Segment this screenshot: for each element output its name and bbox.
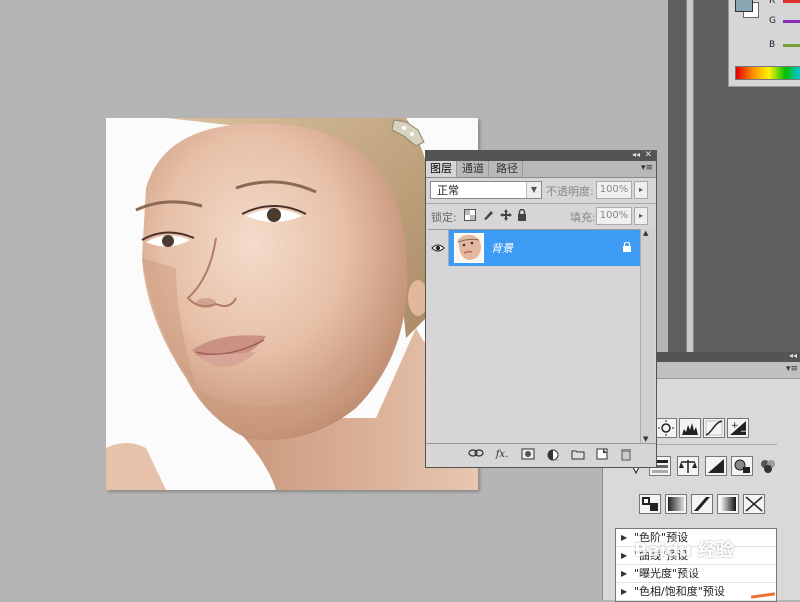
watermark-logo: Baidu 经验 <box>634 540 735 561</box>
lock-label: 锁定: <box>431 211 457 224</box>
close-icon[interactable]: ✕ <box>644 150 652 160</box>
portrait-photo <box>106 118 478 490</box>
group-icon[interactable] <box>570 448 586 462</box>
panel-menu-icon[interactable]: ▾≡ <box>641 163 653 173</box>
lock-transparent-pixels-icon[interactable] <box>464 209 476 221</box>
expand-triangle-icon[interactable]: ▶ <box>621 529 627 546</box>
svg-text:+: + <box>731 421 739 431</box>
expand-triangle-icon[interactable]: ▶ <box>621 565 627 582</box>
tab-channels[interactable]: 通道 <box>458 161 489 177</box>
fill-slider-toggle[interactable]: ▸ <box>634 207 648 225</box>
layer-thumbnail <box>454 233 484 263</box>
layers-tab-bar: 图层 通道 路径 ▾≡ <box>426 161 656 178</box>
layer-selection[interactable]: 背景 <box>449 230 640 266</box>
fill-label: 填充: <box>570 211 596 224</box>
channel-label-r: R <box>769 0 776 6</box>
opacity-slider-toggle[interactable]: ▸ <box>634 181 648 199</box>
svg-text:.: . <box>557 456 559 462</box>
curves-icon[interactable] <box>703 418 725 438</box>
scroll-down-icon[interactable]: ▼ <box>643 435 648 443</box>
fill-input[interactable]: 100% <box>596 207 632 225</box>
fx-icon[interactable]: fx. <box>494 448 510 462</box>
link-icon[interactable] <box>468 448 484 462</box>
lock-image-pixels-icon[interactable] <box>482 209 494 221</box>
layer-lock-icon <box>622 241 632 252</box>
threshold-icon[interactable] <box>691 494 713 514</box>
document-canvas[interactable] <box>106 118 478 490</box>
watermark-url: jingyan.baidu.com <box>686 566 770 576</box>
expand-triangle-icon[interactable]: ▶ <box>621 547 627 564</box>
opacity-label: 不透明度: <box>546 185 594 198</box>
channel-slider-r[interactable] <box>783 0 800 3</box>
photo-filter-icon[interactable] <box>731 456 753 476</box>
expand-triangle-icon[interactable]: ▶ <box>621 583 627 600</box>
blend-mode-select[interactable]: 正常 ▼ <box>430 181 542 199</box>
exposure-icon[interactable]: + − <box>727 418 749 438</box>
trash-icon[interactable] <box>618 448 634 462</box>
opacity-input[interactable]: 100% <box>596 181 632 199</box>
color-balance-icon[interactable] <box>677 456 699 476</box>
layers-scrollbar[interactable]: ▲ ▼ <box>640 229 655 443</box>
invert-icon[interactable] <box>639 494 661 514</box>
layer-list: 背景 <box>428 229 640 444</box>
layer-name[interactable]: 背景 <box>491 240 513 256</box>
channel-label-b: B <box>769 40 776 50</box>
collapse-icon[interactable]: ◂◂ <box>632 150 640 159</box>
visibility-toggle[interactable] <box>428 230 449 266</box>
svg-text:−: − <box>740 427 748 437</box>
channel-mixer-icon[interactable] <box>757 456 779 476</box>
foreground-color-swatch[interactable] <box>735 0 753 12</box>
gradient-map-icon[interactable] <box>717 494 739 514</box>
mask-icon[interactable] <box>520 448 536 462</box>
black-white-icon[interactable] <box>705 456 727 476</box>
collapse-icon[interactable]: ◂◂ <box>789 351 797 360</box>
eye-icon <box>431 241 445 254</box>
color-spectrum-bar[interactable] <box>735 66 800 80</box>
lock-all-icon[interactable] <box>516 208 528 221</box>
selective-color-icon[interactable] <box>743 494 765 514</box>
channel-slider-b[interactable] <box>783 44 800 47</box>
dock-divider[interactable] <box>686 0 694 352</box>
layers-panel-titlebar[interactable]: ◂◂ ✕ <box>426 150 656 161</box>
adjustment-icon[interactable]: . <box>546 448 562 463</box>
new-layer-icon[interactable] <box>594 448 610 462</box>
panel-menu-icon[interactable]: ▾≡ <box>786 364 798 374</box>
channel-slider-g[interactable] <box>783 20 800 23</box>
layer-row[interactable]: 背景 <box>428 230 640 266</box>
chevron-down-icon[interactable]: ▼ <box>526 182 541 198</box>
tab-paths[interactable]: 路径 <box>492 161 523 177</box>
layers-panel-footer: fx. . <box>426 443 656 466</box>
divider <box>426 203 656 204</box>
levels-icon[interactable] <box>679 418 701 438</box>
scroll-up-icon[interactable]: ▲ <box>643 229 648 237</box>
tab-layers[interactable]: 图层 <box>426 161 457 177</box>
lock-position-icon[interactable] <box>500 209 512 221</box>
channel-label-g: G <box>769 16 776 26</box>
brightness-icon[interactable] <box>655 418 677 438</box>
layers-panel: ◂◂ ✕ 图层 通道 路径 ▾≡ 正常 ▼ 不透明度: 100% ▸ 锁定: 填… <box>425 150 657 468</box>
posterize-icon[interactable] <box>665 494 687 514</box>
color-panel: R G B <box>728 0 800 87</box>
